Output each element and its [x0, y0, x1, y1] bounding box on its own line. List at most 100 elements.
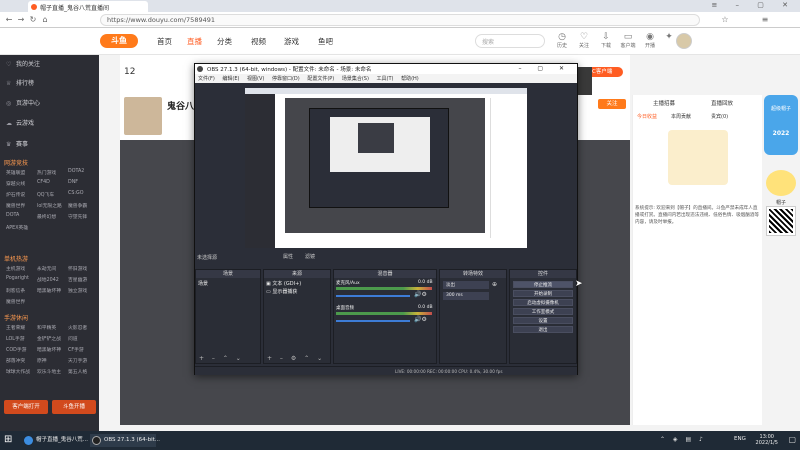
settings-button[interactable]: 设置 [513, 317, 573, 324]
sidebar-item-rank[interactable]: ♕ 排行榜 [6, 78, 34, 87]
category-link[interactable]: 和平精英 [37, 324, 56, 331]
notification-icon[interactable]: ▢ [788, 435, 796, 444]
category-link[interactable]: 暗黑破坏神 [37, 346, 61, 353]
source-text[interactable]: ▣ 文本 (GDI+) [266, 280, 301, 287]
category-link[interactable]: 第五人格 [68, 368, 87, 375]
category-link[interactable]: 部落冲突 [6, 357, 25, 364]
search-input[interactable]: 搜索 [475, 34, 545, 48]
category-link[interactable]: LOL手游 [6, 335, 25, 342]
category-link[interactable]: 魔兽争霸 [68, 202, 87, 209]
category-link[interactable]: 刺客信条 [6, 287, 25, 294]
input-language[interactable]: ENG [734, 436, 746, 442]
menu-view[interactable]: 视图(V) [247, 76, 264, 82]
url-input[interactable]: https://www.douyu.com/7589491 [100, 14, 700, 26]
category-link[interactable]: 原神 [37, 357, 47, 364]
tab-week[interactable]: 本周贡献 [671, 113, 691, 120]
category-link[interactable]: 欢乐斗地主 [37, 368, 61, 375]
taskbar-clock[interactable]: 13:00 2022/1/5 [756, 434, 778, 446]
obs-window-controls[interactable]: – ▢ ✕ [518, 65, 571, 72]
category-link[interactable]: CS:GO [68, 191, 84, 196]
category-link[interactable]: lol无限之路 [37, 202, 62, 209]
tray-icons[interactable]: ⌃ ◈ ▤ ♪ [660, 436, 706, 443]
menu-scenes[interactable]: 场景集合(S) [342, 76, 369, 82]
open-client-button[interactable]: 客户端打开 [4, 400, 48, 414]
stop-streaming-button[interactable]: 停止推流 [513, 281, 573, 288]
start-recording-button[interactable]: 开始录制 [513, 290, 573, 297]
filters-button[interactable]: 滤镜 [305, 253, 315, 260]
nav-live[interactable]: 直播 [187, 36, 202, 47]
duration-input[interactable]: 300 ms [443, 292, 489, 300]
menu-edit[interactable]: 编辑(E) [222, 76, 239, 82]
tab-anchor-recruit[interactable]: 主播招募 [653, 99, 675, 107]
category-link[interactable]: 穿越火线 [6, 180, 25, 187]
source-display[interactable]: ▭ 显示器捕获 [266, 288, 297, 295]
nav-category[interactable]: 分类 [217, 36, 232, 47]
category-link[interactable]: 战地2042 [37, 276, 59, 283]
streamer-avatar[interactable] [124, 97, 162, 135]
windows-start-icon[interactable]: ⊞ [4, 434, 12, 445]
category-link[interactable]: 怀旧游戏 [68, 265, 87, 272]
category-link[interactable]: DNF [68, 180, 78, 185]
nav-games[interactable]: 游戏 [284, 36, 299, 47]
tab-vip[interactable]: 贵宾(0) [711, 113, 728, 120]
sidebar-item-webgame[interactable]: ◎ 页游中心 [6, 98, 40, 107]
tab-replay[interactable]: 直播回放 [711, 99, 733, 107]
category-link[interactable]: 英雄联盟 [6, 169, 25, 176]
studio-mode-button[interactable]: 工作室模式 [513, 308, 573, 315]
browser-tab[interactable]: 帽子直播_鬼谷八荒直播间 [28, 1, 148, 12]
menu-tools[interactable]: 工具(T) [377, 76, 394, 82]
category-link[interactable]: 王者荣耀 [6, 324, 25, 331]
mixer-desktop-mute-icon[interactable]: 🔊⚙ [414, 316, 427, 323]
header-follow[interactable]: ♡ 关注 [572, 32, 596, 49]
category-link[interactable]: 魔兽世界 [6, 202, 25, 209]
transition-add-icon[interactable]: ⊕ [492, 281, 497, 288]
subscribe-button[interactable]: 关注 [598, 99, 626, 109]
back-icon[interactable]: ← [4, 15, 14, 25]
header-broadcast[interactable]: ◉ 开播 [638, 32, 662, 49]
tab-today[interactable]: 今日收益 [637, 113, 657, 120]
taskbar-app-obs[interactable]: OBS 27.1.3 (64-bit... [90, 434, 160, 447]
avatar[interactable] [676, 33, 692, 49]
category-link[interactable]: 天刀手游 [68, 357, 87, 364]
source-controls[interactable]: + – ⚙ ⌃ ⌄ [267, 355, 325, 362]
taskbar-app-browser[interactable]: 帽子直播_鬼谷八荒... [22, 434, 88, 447]
category-link[interactable]: 独立游戏 [68, 287, 87, 294]
category-link[interactable]: 问道 [68, 335, 78, 342]
category-link[interactable]: 永劫无间 [37, 265, 56, 272]
category-link[interactable]: 暗黑破坏神 [37, 287, 61, 294]
exit-button[interactable]: 退出 [513, 326, 573, 333]
category-link[interactable]: CF手游 [68, 346, 84, 353]
forward-icon[interactable]: → [16, 15, 26, 25]
nav-yuba[interactable]: 鱼吧 [318, 36, 333, 47]
category-link[interactable]: 火影忍者 [68, 324, 87, 331]
mixer-mic-slider[interactable] [336, 295, 410, 297]
nav-video[interactable]: 视频 [251, 36, 266, 47]
category-link[interactable]: 球球大作战 [6, 368, 30, 375]
header-history[interactable]: ◷ 历史 [550, 32, 574, 49]
menu-docks[interactable]: 停靠窗口(D) [272, 76, 300, 82]
menu-profile[interactable]: 配置文件(P) [307, 76, 334, 82]
category-link[interactable]: Pogaright [6, 276, 29, 281]
header-client[interactable]: ▭ 客户端 [616, 32, 640, 49]
category-link[interactable]: APEX英雄 [6, 224, 28, 231]
star-icon[interactable]: ☆ [720, 15, 730, 25]
category-link[interactable]: 吉星幽游 [68, 276, 87, 283]
category-link[interactable]: 炉石传说 [6, 191, 25, 198]
mixer-desktop-slider[interactable] [336, 320, 410, 322]
category-link[interactable]: 主机游戏 [6, 265, 25, 272]
nav-home[interactable]: 首页 [157, 36, 172, 47]
window-controls[interactable]: ≡ – ▢ ✕ [711, 1, 796, 9]
menu-icon[interactable]: ≡ [760, 15, 770, 25]
sidebar-item-esports[interactable]: ♛ 赛事 [6, 139, 28, 148]
start-broadcast-button[interactable]: 斗鱼开播 [52, 400, 96, 414]
category-link[interactable]: COD手游 [6, 346, 26, 353]
category-link[interactable]: DOTA2 [68, 169, 84, 174]
transition-select[interactable]: 淡出 [443, 281, 489, 289]
header-download[interactable]: ⇩ 下载 [594, 32, 618, 49]
refresh-icon[interactable]: ↻ [28, 15, 38, 25]
scene-controls[interactable]: + – ⌃ ⌄ [199, 355, 244, 362]
category-link[interactable]: 最终幻想 [37, 213, 56, 220]
category-link[interactable]: DOTA [6, 213, 19, 218]
mixer-mic-mute-icon[interactable]: 🔊⚙ [414, 291, 427, 298]
promo-widget[interactable]: 超级帽子 2022 帽子 [764, 95, 800, 295]
